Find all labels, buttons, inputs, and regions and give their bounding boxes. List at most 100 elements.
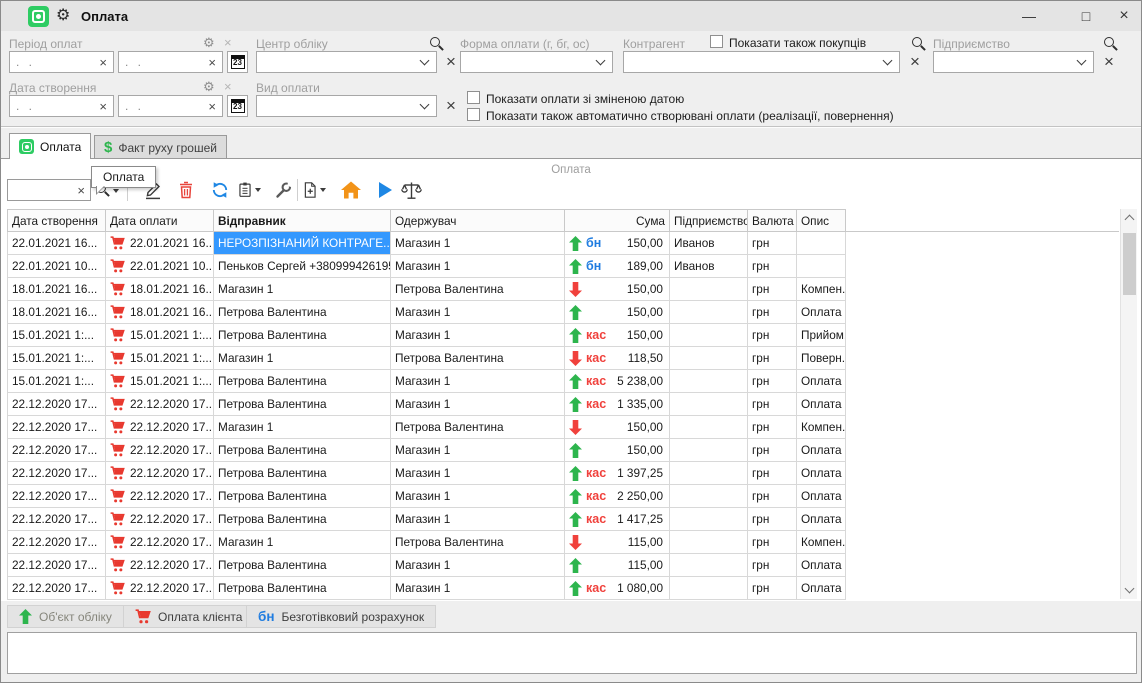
cell-date-paid[interactable]: 15.01.2021 1:... bbox=[106, 324, 214, 347]
cell-sender[interactable]: Петрова Валентина bbox=[214, 485, 391, 508]
created-from-input[interactable]: . . × bbox=[9, 95, 114, 117]
cell-sender[interactable]: Петрова Валентина bbox=[214, 577, 391, 600]
cell-receiver[interactable]: Магазин 1 bbox=[391, 577, 565, 600]
table-row[interactable]: 22.12.2020 17...22.12.2020 17...Петрова … bbox=[8, 577, 1120, 600]
table-row[interactable]: 22.12.2020 17...22.12.2020 17...Петрова … bbox=[8, 439, 1120, 462]
cell-company[interactable] bbox=[670, 416, 748, 439]
cell-date-created[interactable]: 22.01.2021 10... bbox=[8, 255, 106, 278]
cell-company[interactable]: Иванов bbox=[670, 255, 748, 278]
delete-button[interactable] bbox=[174, 178, 198, 202]
cell-date-paid[interactable]: 22.12.2020 17... bbox=[106, 554, 214, 577]
cell-date-paid[interactable]: 22.12.2020 17... bbox=[106, 531, 214, 554]
table-row[interactable]: 22.01.2021 16...22.01.2021 16...НЕРОЗПІЗ… bbox=[8, 232, 1120, 255]
clear-icon[interactable]: × bbox=[93, 55, 113, 70]
cell-date-paid[interactable]: 15.01.2021 1:... bbox=[106, 347, 214, 370]
cell-currency[interactable]: грн bbox=[748, 439, 797, 462]
cell-currency[interactable]: грн bbox=[748, 324, 797, 347]
cell-sum[interactable]: 115,00 bbox=[565, 531, 670, 554]
col-receiver[interactable]: Одержувач bbox=[391, 210, 565, 232]
table-row[interactable]: 22.12.2020 17...22.12.2020 17...Петрова … bbox=[8, 554, 1120, 577]
cell-date-paid[interactable]: 22.01.2021 10... bbox=[106, 255, 214, 278]
cell-desc[interactable]: Оплата ... bbox=[797, 485, 846, 508]
cell-currency[interactable]: грн bbox=[748, 393, 797, 416]
cell-date-created[interactable]: 22.12.2020 17... bbox=[8, 577, 106, 600]
cell-sender[interactable]: Петрова Валентина bbox=[214, 439, 391, 462]
cell-date-created[interactable]: 18.01.2021 16... bbox=[8, 278, 106, 301]
cell-currency[interactable]: грн bbox=[748, 278, 797, 301]
table-row[interactable]: 22.12.2020 17...22.12.2020 17...Магазин … bbox=[8, 416, 1120, 439]
cell-date-paid[interactable]: 22.01.2021 16... bbox=[106, 232, 214, 255]
cell-receiver[interactable]: Магазин 1 bbox=[391, 485, 565, 508]
cell-sum[interactable]: бн189,00 bbox=[565, 255, 670, 278]
cell-currency[interactable]: грн bbox=[748, 416, 797, 439]
cell-sum[interactable]: 150,00 bbox=[565, 301, 670, 324]
show-changed-date-checkbox[interactable] bbox=[467, 91, 480, 104]
col-sum[interactable]: Сума bbox=[565, 210, 670, 232]
cell-company[interactable] bbox=[670, 531, 748, 554]
cell-company[interactable] bbox=[670, 324, 748, 347]
table-row[interactable]: 22.12.2020 17...22.12.2020 17...Петрова … bbox=[8, 485, 1120, 508]
cell-date-created[interactable]: 22.12.2020 17... bbox=[8, 462, 106, 485]
maximize-button[interactable]: □ bbox=[1071, 5, 1101, 27]
cell-date-created[interactable]: 18.01.2021 16... bbox=[8, 301, 106, 324]
cell-sender[interactable]: Петрова Валентина bbox=[214, 462, 391, 485]
cell-currency[interactable]: грн bbox=[748, 531, 797, 554]
cell-sum[interactable]: 150,00 bbox=[565, 416, 670, 439]
cell-desc[interactable]: Оплата ... bbox=[797, 462, 846, 485]
cell-company[interactable] bbox=[670, 439, 748, 462]
created-gear-icon[interactable]: ⚙ bbox=[203, 80, 215, 94]
table-row[interactable]: 15.01.2021 1:...15.01.2021 1:...Магазин … bbox=[8, 347, 1120, 370]
home-button[interactable] bbox=[339, 178, 363, 202]
cell-date-created[interactable]: 22.12.2020 17... bbox=[8, 531, 106, 554]
new-doc-button[interactable] bbox=[302, 178, 326, 202]
cell-currency[interactable]: грн bbox=[748, 255, 797, 278]
cell-receiver[interactable]: Магазин 1 bbox=[391, 554, 565, 577]
period-gear-icon[interactable]: ⚙ bbox=[203, 36, 215, 50]
cell-sender[interactable]: Петрова Валентина bbox=[214, 301, 391, 324]
payment-kind-combo[interactable] bbox=[256, 95, 437, 117]
period-from-input[interactable]: . . × bbox=[9, 51, 114, 73]
cell-date-paid[interactable]: 18.01.2021 16... bbox=[106, 301, 214, 324]
refresh-button[interactable] bbox=[208, 178, 232, 202]
cell-desc[interactable] bbox=[797, 255, 846, 278]
cell-receiver[interactable]: Магазин 1 bbox=[391, 301, 565, 324]
created-clear-icon[interactable]: × bbox=[224, 80, 232, 94]
counterparty-search-icon[interactable] bbox=[911, 36, 926, 51]
cell-desc[interactable]: Оплата ... bbox=[797, 393, 846, 416]
table-row[interactable]: 22.12.2020 17...22.12.2020 17...Магазин … bbox=[8, 531, 1120, 554]
scroll-thumb[interactable] bbox=[1123, 233, 1136, 295]
cell-sum[interactable]: кас150,00 bbox=[565, 324, 670, 347]
cell-company[interactable] bbox=[670, 485, 748, 508]
clear-icon[interactable]: × bbox=[93, 99, 113, 114]
cell-desc[interactable]: Оплата ... bbox=[797, 508, 846, 531]
col-date-created[interactable]: Дата створення bbox=[8, 210, 106, 232]
cell-sum[interactable]: бн150,00 bbox=[565, 232, 670, 255]
scroll-up-icon[interactable] bbox=[1124, 215, 1134, 225]
table-row[interactable]: 15.01.2021 1:...15.01.2021 1:...Петрова … bbox=[8, 324, 1120, 347]
cell-date-paid[interactable]: 18.01.2021 16... bbox=[106, 278, 214, 301]
cell-sum[interactable]: 115,00 bbox=[565, 554, 670, 577]
cell-sender[interactable]: Пеньков Сергей +380999426195 bbox=[214, 255, 391, 278]
cell-date-created[interactable]: 22.12.2020 17... bbox=[8, 508, 106, 531]
company-search-icon[interactable] bbox=[1103, 36, 1118, 51]
cell-desc[interactable]: Компен... bbox=[797, 416, 846, 439]
created-to-input[interactable]: . . × bbox=[118, 95, 223, 117]
cell-receiver[interactable]: Петрова Валентина bbox=[391, 531, 565, 554]
clear-icon[interactable]: × bbox=[202, 99, 222, 114]
cell-company[interactable] bbox=[670, 393, 748, 416]
cell-date-paid[interactable]: 22.12.2020 17... bbox=[106, 508, 214, 531]
search-clear-icon[interactable]: × bbox=[77, 183, 90, 198]
table-row[interactable]: 22.12.2020 17...22.12.2020 17...Петрова … bbox=[8, 462, 1120, 485]
cell-date-created[interactable]: 22.12.2020 17... bbox=[8, 554, 106, 577]
col-sender[interactable]: Відправник bbox=[214, 210, 391, 232]
cell-sender[interactable]: Петрова Валентина bbox=[214, 393, 391, 416]
cell-receiver[interactable]: Магазин 1 bbox=[391, 393, 565, 416]
cell-currency[interactable]: грн bbox=[748, 301, 797, 324]
cell-desc[interactable]: Поверн... bbox=[797, 347, 846, 370]
cell-date-created[interactable]: 15.01.2021 1:... bbox=[8, 324, 106, 347]
cell-date-created[interactable]: 22.12.2020 17... bbox=[8, 393, 106, 416]
cell-company[interactable]: Иванов bbox=[670, 232, 748, 255]
cell-company[interactable] bbox=[670, 301, 748, 324]
tools-button[interactable] bbox=[271, 178, 295, 202]
cell-sender[interactable]: НЕРОЗПІЗНАНИЙ КОНТРАГЕ... bbox=[214, 232, 391, 255]
